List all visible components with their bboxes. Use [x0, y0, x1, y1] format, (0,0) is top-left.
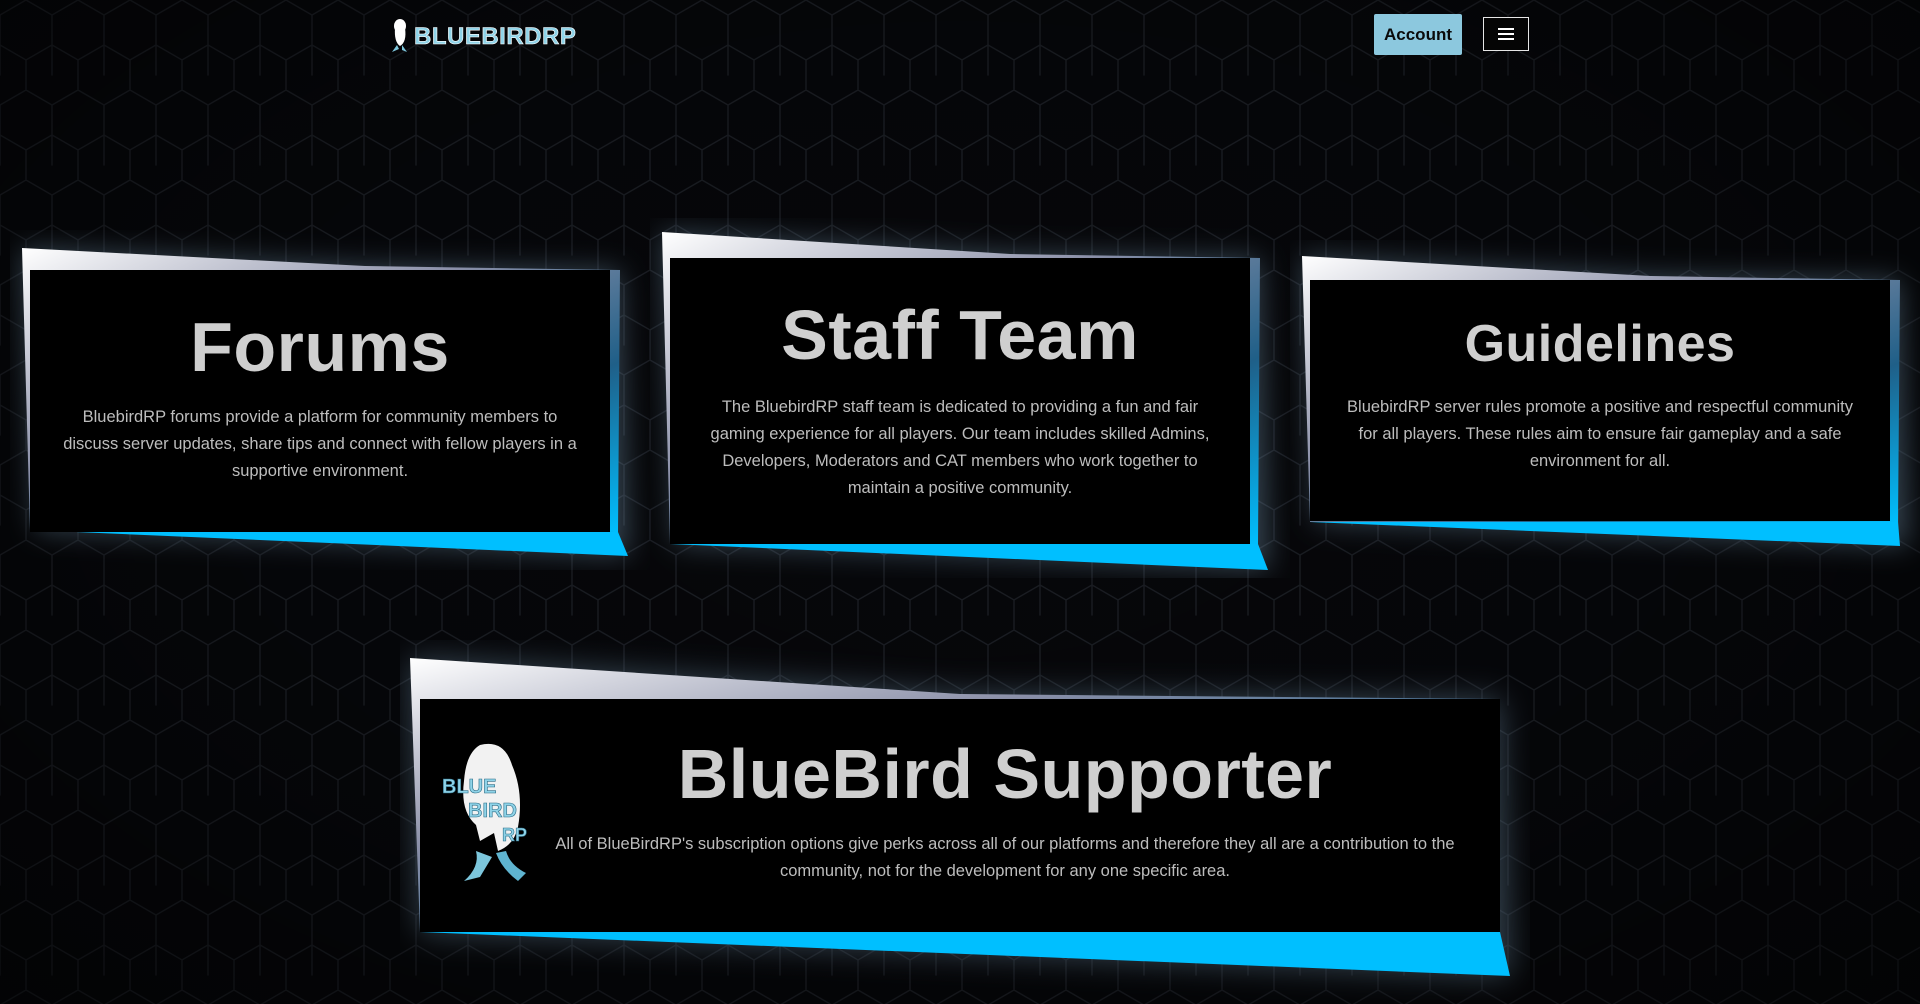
hamburger-menu-icon — [1498, 25, 1514, 43]
supporter-description: All of BlueBirdRP's subscription options… — [555, 835, 1455, 880]
logo-text: BLUEBIRDRP — [414, 23, 576, 50]
staff-team-title: Staff Team — [781, 296, 1139, 374]
guidelines-title: Guidelines — [1464, 315, 1736, 373]
supporter-logo-text-rp: RP — [502, 825, 527, 845]
supporter-card-wrapper[interactable]: BLUE BIRD RP BlueBird Supporter All of B… — [400, 640, 1530, 1000]
bluebird-supporter-logo: BLUE BIRD RP — [442, 743, 527, 881]
forums-card-wrapper[interactable]: Forums BluebirdRP forums provide a platf… — [10, 230, 650, 570]
supporter-title: BlueBird Supporter — [677, 735, 1333, 813]
supporter-logo-text-blue: BLUE — [442, 776, 496, 798]
staff-team-card-wrapper[interactable]: Staff Team The BluebirdRP staff team is … — [650, 218, 1290, 578]
bluebirdrp-logo[interactable]: BLUEBIRDRP — [390, 14, 590, 56]
staff-team-card: Staff Team The BluebirdRP staff team is … — [670, 258, 1250, 544]
staff-team-description: The BluebirdRP staff team is dedicated t… — [710, 398, 1210, 497]
forums-title: Forums — [190, 308, 450, 386]
bird-icon — [392, 19, 407, 52]
supporter-logo-text-bird: BIRD — [468, 800, 517, 822]
menu-toggle-button[interactable] — [1483, 17, 1529, 51]
site-header: BLUEBIRDRP Account — [0, 0, 1920, 70]
forums-card: Forums BluebirdRP forums provide a platf… — [30, 270, 610, 532]
guidelines-description: BluebirdRP server rules promote a positi… — [1347, 398, 1853, 470]
account-button[interactable]: Account — [1374, 14, 1462, 55]
guidelines-card: Guidelines BluebirdRP server rules promo… — [1310, 280, 1890, 521]
guidelines-card-wrapper[interactable]: Guidelines BluebirdRP server rules promo… — [1290, 240, 1920, 580]
supporter-card: BLUE BIRD RP BlueBird Supporter All of B… — [420, 699, 1500, 932]
forums-description: BluebirdRP forums provide a platform for… — [63, 408, 577, 480]
